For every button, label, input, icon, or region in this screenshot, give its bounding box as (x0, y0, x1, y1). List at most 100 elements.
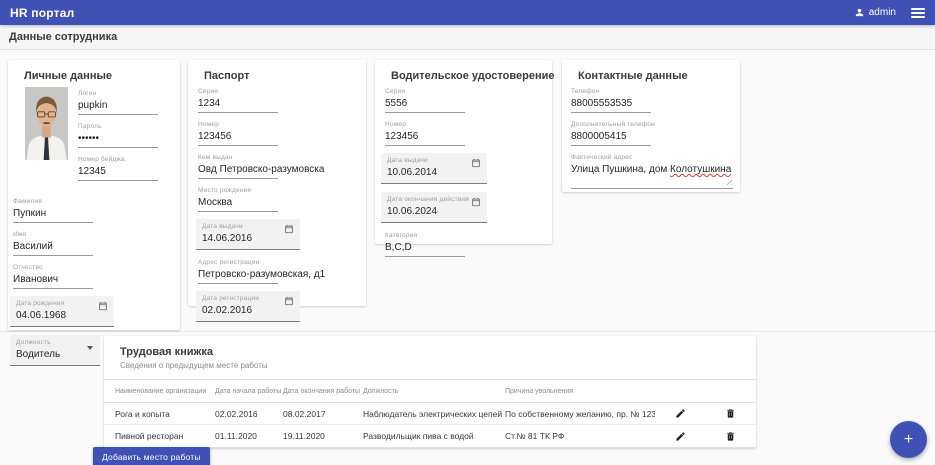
field-value: Водитель (16, 347, 94, 361)
birthplace-field[interactable]: Место рождения Москва (198, 186, 278, 212)
card-title-license: Водительское удостоверение (391, 70, 536, 82)
registration-date-field[interactable]: Дата регистрации 02.02.2016 (196, 291, 300, 322)
delete-button[interactable] (721, 405, 741, 423)
birthdate-field[interactable]: Дата рождения 04.06.1968 (10, 296, 114, 327)
additional-phone-field[interactable]: Дополнительный телефон 8800005415 (571, 120, 651, 146)
field-label: Дата выдачи (202, 222, 294, 231)
position-select[interactable]: Должность Водитель (10, 335, 100, 366)
license-number-field[interactable]: Номер 123456 (385, 120, 465, 146)
field-label: Номер (198, 120, 278, 129)
edit-button[interactable] (670, 427, 690, 445)
field-label: Должность (16, 338, 94, 347)
position-cell: Наблюдатель электрических цепей (363, 409, 505, 419)
edit-button[interactable] (670, 405, 690, 423)
lastname-field[interactable]: Фамилия Пупкин (13, 197, 93, 223)
field-label: Адрес регистрации (198, 258, 278, 267)
field-label: Дата выдачи (387, 156, 481, 165)
field-label: Логин (78, 89, 158, 98)
end-date-cell: 19.11.2020 (283, 431, 363, 441)
passport-number-field[interactable]: Номер 123456 (198, 120, 278, 146)
field-label: Дополнительный телефон (571, 120, 651, 129)
contacts-card: Контактные данные Телефон 88005553535 До… (562, 60, 740, 192)
page-title: Данные сотрудника (9, 31, 117, 43)
reason-cell: По собственному желанию, пр. № 1234 (505, 409, 655, 419)
work-history-table: Наименование организации Дата начала раб… (104, 379, 756, 448)
passport-issue-date-field[interactable]: Дата выдачи 14.06.2016 (196, 219, 300, 250)
reason-cell: Ст.№ 81 ТК РФ (505, 431, 655, 441)
license-expiry-date-field[interactable]: Дата окончания действия 10.06.2024 (381, 192, 487, 223)
field-value: 1234 (198, 96, 278, 113)
field-value: 123456 (385, 129, 465, 146)
topbar-actions: admin (854, 7, 925, 18)
field-value: 10.06.2024 (387, 204, 481, 218)
field-value: pupkin (78, 98, 158, 115)
column-header-end-date: Дата окончания работы (283, 388, 363, 395)
license-issue-date-field[interactable]: Дата выдачи 10.06.2014 (381, 153, 487, 184)
field-value: 12345 (78, 164, 158, 181)
user-icon (854, 7, 865, 18)
field-label: Номер бейджа (78, 155, 158, 164)
field-value: •••••• (78, 131, 158, 148)
registration-address-field[interactable]: Адрес регистрации Петровско-разумовская,… (198, 258, 278, 284)
calendar-icon[interactable] (284, 296, 294, 306)
admin-menu[interactable]: admin (854, 7, 896, 18)
personal-data-card: Личные данные Логин pupkin (8, 60, 180, 330)
card-title-passport: Паспорт (204, 70, 350, 82)
resize-handle[interactable] (725, 178, 732, 185)
organization-cell: Пивной ресторан (115, 431, 215, 441)
end-date-cell: 08.02.2017 (283, 409, 363, 419)
field-label: Имя (13, 230, 93, 239)
passport-card: Паспорт Серия 1234 Номер 123456 Кем выда… (188, 60, 366, 306)
passport-issued-by-field[interactable]: Кем выдан Овд Петровско-разумовска (198, 153, 278, 179)
field-value: Василий (13, 239, 93, 256)
misspelled-word: Колотушкина (670, 164, 731, 175)
table-header-row: Наименование организации Дата начала раб… (104, 380, 756, 403)
admin-label: admin (869, 7, 896, 18)
organization-cell: Рога и копыта (115, 409, 215, 419)
license-series-field[interactable]: Серия 5556 (385, 87, 465, 113)
field-label: Пароль (78, 122, 158, 131)
field-label: Серия (385, 87, 465, 96)
app-title: HR портал (10, 6, 74, 20)
start-date-cell: 01.11.2020 (215, 431, 283, 441)
table-row: Рога и копыта 02.02.2016 08.02.2017 Набл… (104, 403, 756, 425)
phone-field[interactable]: Телефон 88005553535 (571, 87, 651, 113)
field-value: 5556 (385, 96, 465, 113)
field-label: Телефон (571, 87, 651, 96)
menu-icon[interactable] (911, 8, 925, 18)
delete-button[interactable] (721, 427, 741, 445)
firstname-field[interactable]: Имя Василий (13, 230, 93, 256)
actual-address-textarea[interactable]: Фактический адрес Улица Пушкина, дом Кол… (571, 153, 733, 189)
page-header: Данные сотрудника (0, 25, 935, 50)
field-value: 123456 (198, 129, 278, 146)
field-value: Улица Пушкина, дом Колотушкина (571, 162, 733, 176)
license-category-field[interactable]: Категория B,C,D (385, 231, 465, 257)
column-header-organization: Наименование организации (115, 388, 215, 395)
password-field[interactable]: Пароль •••••• (78, 122, 158, 148)
login-field[interactable]: Логин pupkin (78, 89, 158, 115)
table-row: Пивной ресторан 01.11.2020 19.11.2020 Ра… (104, 425, 756, 447)
add-workplace-button[interactable]: Добавить место работы (93, 447, 210, 465)
calendar-icon[interactable] (471, 158, 481, 168)
calendar-icon[interactable] (471, 197, 481, 207)
work-history-card: Трудовая книжка Сведения о предыдущем ме… (104, 336, 756, 448)
field-value: Иванович (13, 272, 93, 289)
field-label: Дата рождения (16, 299, 108, 308)
field-value: 10.06.2014 (387, 165, 481, 179)
field-label: Категория (385, 231, 465, 240)
card-title-personal: Личные данные (24, 70, 164, 82)
field-label: Фамилия (13, 197, 93, 206)
middlename-field[interactable]: Отчество Иванович (13, 263, 93, 289)
passport-series-field[interactable]: Серия 1234 (198, 87, 278, 113)
field-value: 02.02.2016 (202, 303, 294, 317)
field-label: Дата окончания действия (387, 195, 481, 204)
start-date-cell: 02.02.2016 (215, 409, 283, 419)
calendar-icon[interactable] (284, 224, 294, 234)
column-header-position: Должность (363, 388, 505, 395)
add-fab-button[interactable]: + (890, 421, 927, 458)
badge-number-field[interactable]: Номер бейджа 12345 (78, 155, 158, 181)
calendar-icon[interactable] (98, 301, 108, 311)
plus-icon: + (904, 432, 913, 448)
driver-license-card: Водительское удостоверение Серия 5556 Но… (375, 60, 552, 244)
column-header-start-date: Дата начала работы (215, 388, 283, 395)
